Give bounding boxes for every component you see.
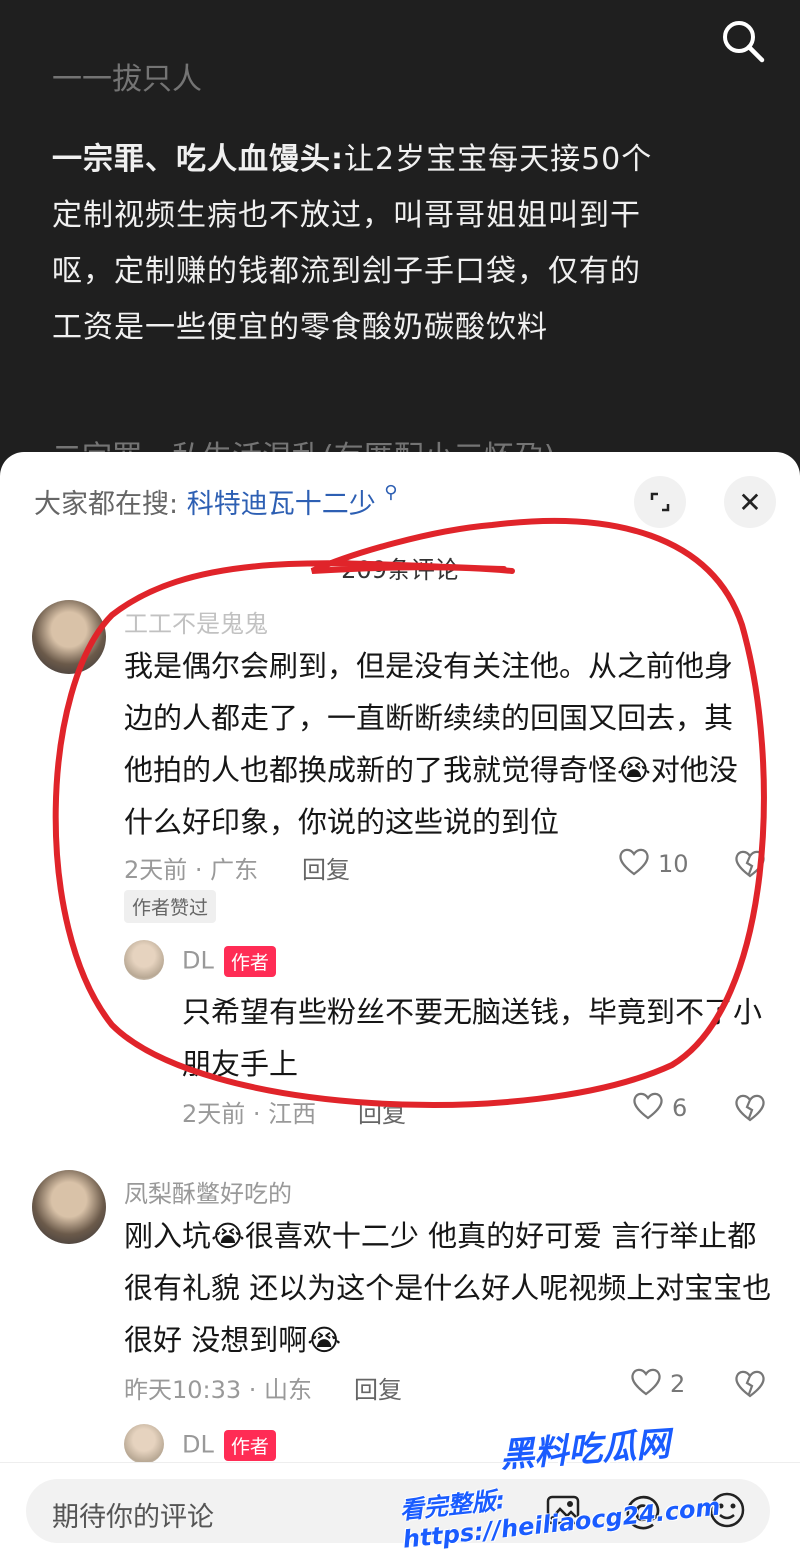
- avatar[interactable]: [32, 600, 106, 674]
- comment-text: 我是偶尔会刷到，但是没有关注他。从之前他身边的人都走了，一直断断续续的回国又回去…: [124, 649, 738, 839]
- avatar[interactable]: [124, 940, 164, 980]
- author-liked-badge: 作者赞过: [124, 890, 217, 923]
- expand-icon[interactable]: [634, 476, 686, 528]
- emoji-icon[interactable]: [702, 1485, 752, 1535]
- heart-icon: [630, 1366, 662, 1402]
- post-cut-top-line: 一一拔只人: [52, 62, 202, 97]
- comment-time: 昨天10:33 · 山东: [124, 1376, 313, 1404]
- trending-term[interactable]: 科特迪瓦十二少: [187, 489, 376, 520]
- comment-input-placeholder: 期待你的评论: [52, 1502, 214, 1533]
- comment-input-bar: 期待你的评论 @: [0, 1462, 800, 1555]
- heart-icon: [618, 846, 650, 882]
- like-button[interactable]: 6: [632, 1090, 687, 1126]
- reply-button[interactable]: 回复: [302, 850, 350, 885]
- trending-label: 大家都在搜:: [34, 489, 179, 520]
- search-icon[interactable]: [720, 18, 766, 64]
- avatar[interactable]: [32, 1170, 106, 1244]
- comment-sheet: 大家都在搜: 科特迪瓦十二少 ⚲ ✕ 209条评论 工工不是鬼鬼 我是偶尔会刷到…: [0, 452, 800, 1554]
- post-text: 一宗罪、吃人血馒头:让2岁宝宝每天接50个定制视频生病也不放过，叫哥哥姐姐叫到干…: [52, 132, 662, 356]
- author-badge: 作者: [223, 1430, 276, 1461]
- reply-button[interactable]: 回复: [354, 1370, 402, 1405]
- comment-username[interactable]: 凤梨酥鳖好吃的: [124, 1174, 292, 1209]
- author-badge: 作者: [223, 946, 276, 977]
- at-mention-icon[interactable]: @: [618, 1485, 668, 1535]
- dislike-heart-icon[interactable]: [734, 1092, 766, 1126]
- avatar[interactable]: [124, 1424, 164, 1464]
- comment-text: 只希望有些粉丝不要无脑送钱，毕竟到不了小朋友手上: [182, 995, 763, 1081]
- comment-username[interactable]: 工工不是鬼鬼: [124, 604, 268, 639]
- comment-input[interactable]: 期待你的评论 @: [26, 1479, 770, 1543]
- heart-icon: [632, 1090, 664, 1126]
- reply-username-row: DL 作者: [182, 1430, 276, 1461]
- comment-username[interactable]: DL: [182, 1431, 214, 1459]
- image-icon[interactable]: [538, 1485, 588, 1535]
- dislike-heart-icon[interactable]: [734, 848, 766, 882]
- like-count: 2: [670, 1370, 686, 1398]
- close-icon[interactable]: ✕: [724, 476, 776, 528]
- reply-button[interactable]: 回复: [358, 1094, 406, 1129]
- search-small-icon: ⚲: [384, 482, 398, 503]
- post-title: 一宗罪、吃人血馒头:: [52, 142, 344, 177]
- dislike-heart-icon[interactable]: [734, 1368, 766, 1402]
- trending-search[interactable]: 大家都在搜: 科特迪瓦十二少 ⚲: [34, 482, 397, 521]
- like-count: 6: [672, 1094, 688, 1122]
- reply-username-row: DL 作者: [182, 946, 276, 977]
- comment-text: 刚入坑😭很喜欢十二少 他真的好可爱 言行举止都很有礼貌 还以为这个是什么好人呢视…: [124, 1219, 772, 1357]
- comment-count: 209条评论: [341, 556, 459, 584]
- post-area: 一一拔只人 一宗罪、吃人血馒头:让2岁宝宝每天接50个定制视频生病也不放过，叫哥…: [0, 0, 800, 475]
- like-count: 10: [658, 850, 689, 878]
- comment-time: 2天前 · 广东: [124, 856, 259, 884]
- like-button[interactable]: 10: [618, 846, 689, 882]
- like-button[interactable]: 2: [630, 1366, 685, 1402]
- comment-time: 2天前 · 江西: [182, 1100, 317, 1128]
- comment-username[interactable]: DL: [182, 947, 214, 975]
